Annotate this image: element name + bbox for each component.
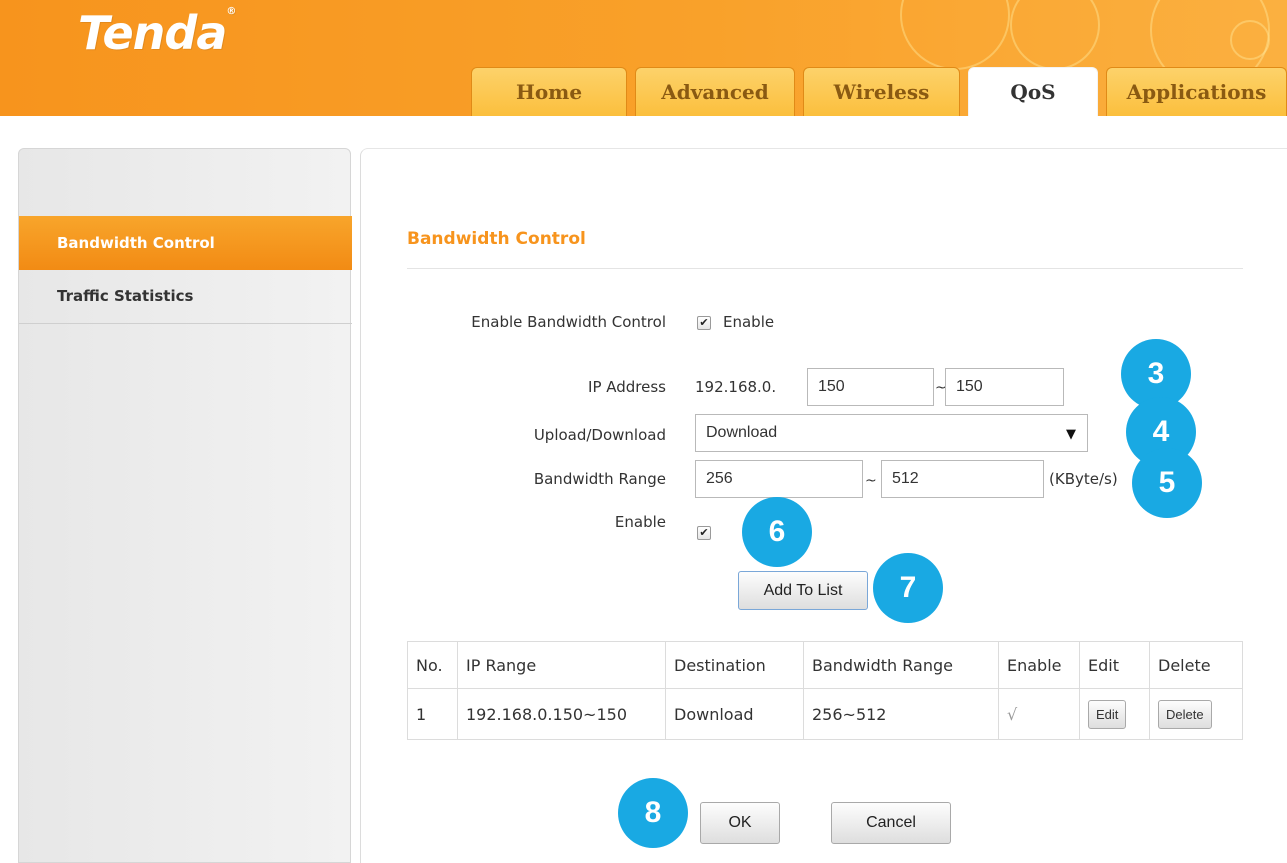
sidebar-item-traffic-statistics[interactable]: Traffic Statistics <box>19 272 352 324</box>
bandwidth-min-input[interactable]: 256 <box>695 460 863 498</box>
step-badge-7: 7 <box>873 553 943 623</box>
bandwidth-rules-table: No. IP Range Destination Bandwidth Range… <box>407 641 1243 740</box>
table-header-row: No. IP Range Destination Bandwidth Range… <box>407 641 1243 689</box>
add-to-list-button[interactable]: Add To List <box>738 571 868 610</box>
enable-bandwidth-checkbox[interactable]: ✔ <box>697 316 711 330</box>
step-badge-8: 8 <box>618 778 688 848</box>
step-badge-5: 5 <box>1132 448 1202 518</box>
header-bar: Tenda® Home Advanced Wireless QoS Applic… <box>0 0 1287 116</box>
upload-download-label: Upload/Download <box>533 426 666 444</box>
row-delete-cell: Delete <box>1149 688 1243 740</box>
bandwidth-max-input[interactable]: 512 <box>881 460 1044 498</box>
row-destination: Download <box>665 688 804 740</box>
col-bandwidth-range: Bandwidth Range <box>803 641 999 689</box>
cancel-button[interactable]: Cancel <box>831 802 951 844</box>
decor-bubble <box>1010 0 1100 70</box>
delete-button[interactable]: Delete <box>1158 699 1212 729</box>
enable-bandwidth-label: Enable Bandwidth Control <box>471 313 666 331</box>
ip-start-input[interactable]: 150 <box>807 368 934 406</box>
tab-home[interactable]: Home <box>471 67 627 116</box>
enable-bandwidth-text: Enable <box>723 313 775 331</box>
bandwidth-range-label: Bandwidth Range <box>533 470 666 488</box>
row-edit-cell: Edit <box>1079 688 1150 740</box>
col-no: No. <box>407 641 458 689</box>
decor-bubble <box>900 0 1010 70</box>
enable-rule-checkbox[interactable]: ✔ <box>697 526 711 540</box>
row-ip-range: 192.168.0.150~150 <box>457 688 666 740</box>
divider <box>407 268 1243 269</box>
col-enable: Enable <box>998 641 1080 689</box>
tenda-logo: Tenda® <box>78 6 236 60</box>
ip-end-input[interactable]: 150 <box>945 368 1064 406</box>
step-badge-6: 6 <box>742 497 812 567</box>
sidebar-item-bandwidth-control[interactable]: Bandwidth Control <box>19 216 352 270</box>
col-delete: Delete <box>1149 641 1243 689</box>
upload-download-select[interactable]: Download <box>695 414 1088 452</box>
chevron-down-icon[interactable]: ▼ <box>1066 427 1076 442</box>
ip-prefix: 192.168.0. <box>695 378 777 396</box>
row-bandwidth: 256~512 <box>803 688 999 740</box>
decor-bubble <box>1230 20 1270 60</box>
tab-wireless[interactable]: Wireless <box>803 67 960 116</box>
bandwidth-unit: (KByte/s) <box>1049 470 1118 488</box>
ok-button[interactable]: OK <box>700 802 780 844</box>
bandwidth-range-separator: ~ <box>865 473 877 489</box>
ip-address-label: IP Address <box>588 378 666 396</box>
row-enable: √ <box>998 688 1080 740</box>
tab-advanced[interactable]: Advanced <box>635 67 795 116</box>
col-destination: Destination <box>665 641 804 689</box>
edit-button[interactable]: Edit <box>1088 699 1127 729</box>
col-edit: Edit <box>1079 641 1150 689</box>
tab-applications[interactable]: Applications <box>1106 67 1287 116</box>
sidebar: Bandwidth Control Traffic Statistics <box>18 148 352 863</box>
table-row: 1 192.168.0.150~150 Download 256~512 √ E… <box>407 688 1243 740</box>
page-title: Bandwidth Control <box>407 229 586 249</box>
row-no: 1 <box>407 688 458 740</box>
tab-qos[interactable]: QoS <box>968 67 1098 116</box>
col-ip-range: IP Range <box>457 641 666 689</box>
enable-label: Enable <box>614 513 666 531</box>
